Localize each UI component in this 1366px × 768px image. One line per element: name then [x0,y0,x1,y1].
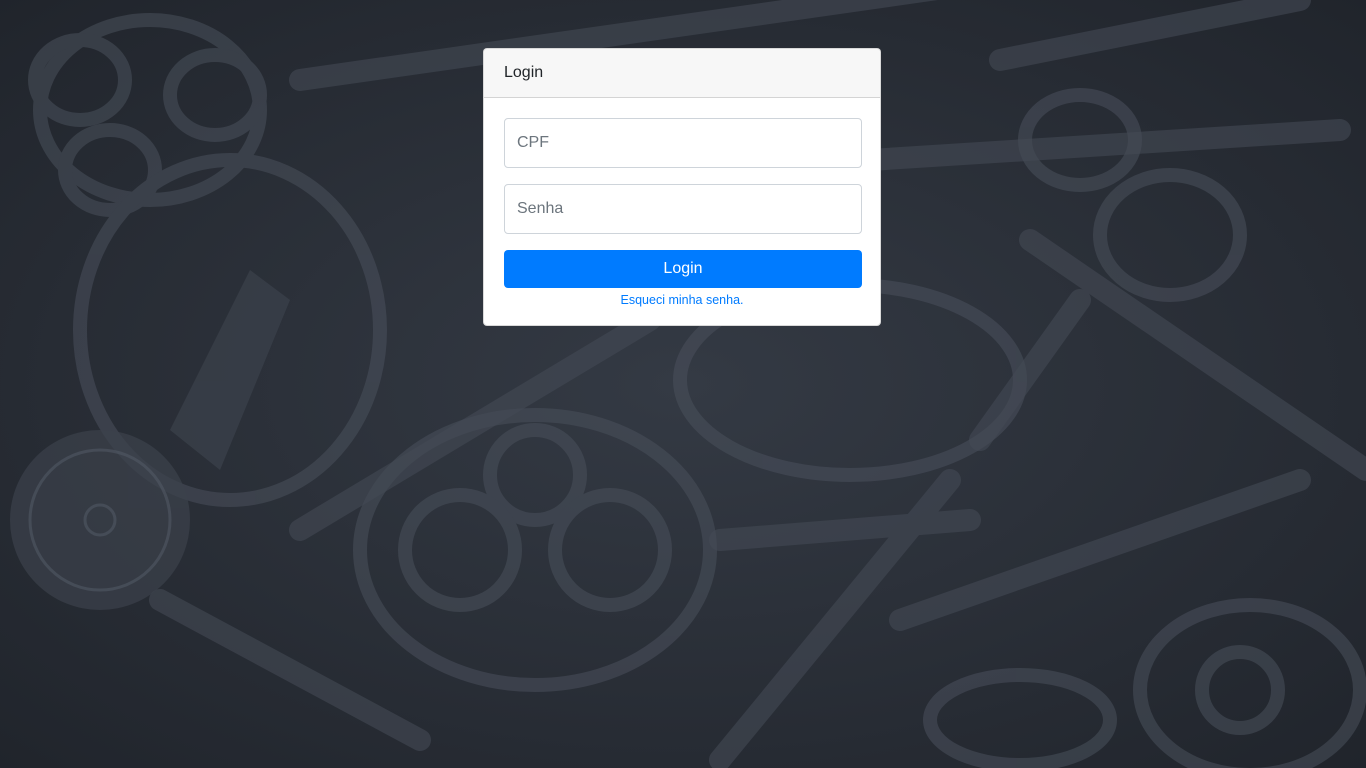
forgot-password-link[interactable]: Esqueci minha senha. [621,293,744,307]
login-card-header: Login [484,49,880,98]
login-button[interactable]: Login [504,250,862,288]
login-form: Login Esqueci minha senha. [484,98,880,309]
login-card-title: Login [504,64,544,81]
password-input[interactable] [504,184,862,234]
login-card: Login Login Esqueci minha senha. [483,48,881,326]
forgot-password-wrap: Esqueci minha senha. [504,291,860,309]
cpf-input[interactable] [504,118,862,168]
